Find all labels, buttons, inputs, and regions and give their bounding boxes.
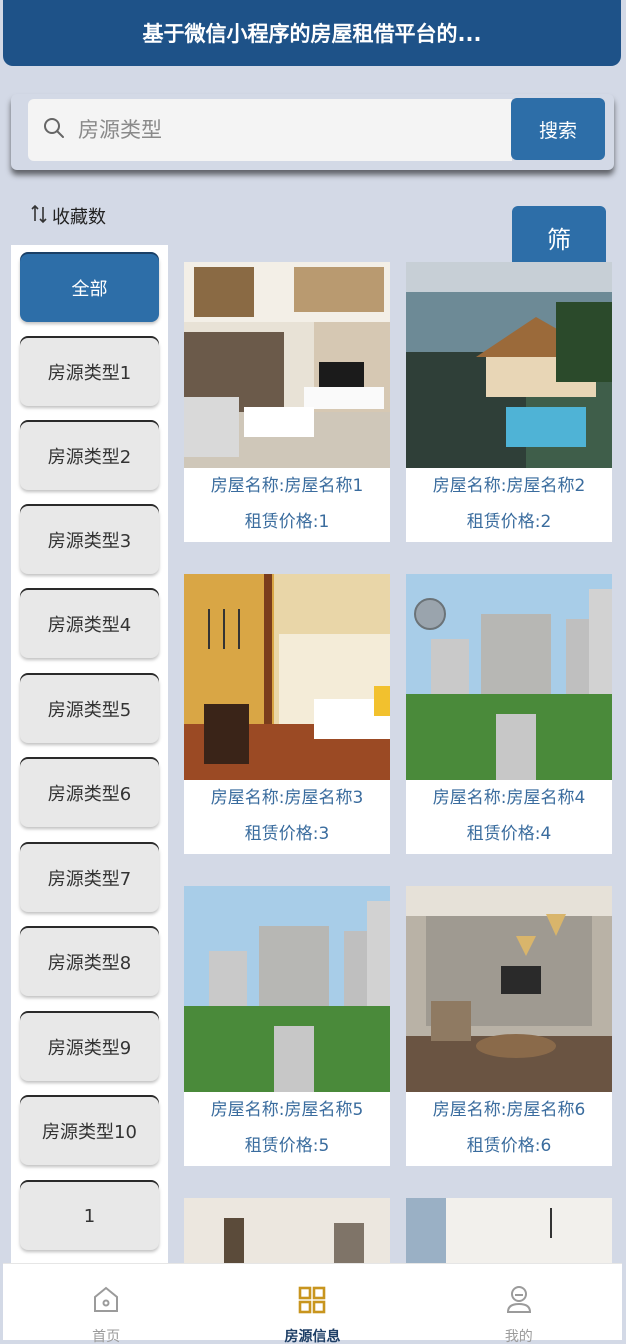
tab-mine[interactable]: 我的 xyxy=(416,1264,622,1344)
category-item[interactable]: 1 xyxy=(20,1182,159,1250)
category-sidebar: 全部 房源类型1 房源类型2 房源类型3 房源类型4 房源类型5 房源类型6 房… xyxy=(11,245,168,1263)
listing-photo xyxy=(406,574,612,780)
home-icon xyxy=(91,1284,121,1320)
listing-photo xyxy=(184,262,390,468)
page-title: 基于微信小程序的房屋租借平台的... xyxy=(3,0,621,66)
listing-name: 房屋名称:房屋名称1 xyxy=(210,476,364,496)
listing-name: 房屋名称:房屋名称2 xyxy=(432,476,586,496)
tab-listings-label: 房源信息 xyxy=(284,1329,341,1344)
listing-card[interactable]: 房屋名称:房屋名称4 租赁价格:4 xyxy=(406,574,612,854)
category-item[interactable]: 房源类型9 xyxy=(20,1013,159,1081)
category-item[interactable]: 房源类型10 xyxy=(20,1097,159,1165)
listing-card[interactable]: 房屋名称:房屋名称2 租赁价格:2 xyxy=(406,262,612,542)
listing-card[interactable] xyxy=(184,1198,390,1263)
tab-mine-label: 我的 xyxy=(504,1329,533,1344)
listing-photo xyxy=(184,1198,390,1263)
bottom-tab-bar: 首页 房源信息 我的 xyxy=(3,1263,622,1344)
listing-name: 房屋名称:房屋名称4 xyxy=(432,788,586,808)
category-item[interactable]: 房源类型8 xyxy=(20,928,159,996)
grid-icon xyxy=(297,1284,327,1320)
listing-price: 租赁价格:6 xyxy=(466,1136,552,1156)
listing-name: 房屋名称:房屋名称3 xyxy=(210,788,364,808)
listing-photo xyxy=(184,574,390,780)
category-item[interactable]: 房源类型5 xyxy=(20,675,159,743)
user-icon xyxy=(504,1284,534,1320)
listing-photo xyxy=(406,1198,612,1263)
listing-price: 租赁价格:2 xyxy=(466,512,552,532)
category-item[interactable]: 房源类型4 xyxy=(20,590,159,658)
search-input[interactable] xyxy=(78,118,458,142)
listing-photo xyxy=(406,262,612,468)
listing-price: 租赁价格:4 xyxy=(466,824,552,844)
listing-card[interactable] xyxy=(406,1198,612,1263)
listing-price: 租赁价格:5 xyxy=(244,1136,330,1156)
category-item[interactable]: 房源类型1 xyxy=(20,338,159,406)
sort-toggle[interactable]: 收藏数 xyxy=(30,203,106,229)
category-all[interactable]: 全部 xyxy=(20,254,159,322)
listing-card[interactable]: 房屋名称:房屋名称1 租赁价格:1 xyxy=(184,262,390,542)
category-item[interactable]: 房源类型2 xyxy=(20,422,159,490)
listing-photo xyxy=(406,886,612,1092)
search-bar: 搜索 xyxy=(11,94,614,170)
listing-name: 房屋名称:房屋名称5 xyxy=(210,1100,364,1120)
tab-listings[interactable]: 房源信息 xyxy=(209,1264,415,1344)
sort-icon xyxy=(30,204,52,229)
listing-name: 房屋名称:房屋名称6 xyxy=(432,1100,586,1120)
category-item[interactable]: 房源类型3 xyxy=(20,506,159,574)
search-field[interactable] xyxy=(28,99,512,161)
listing-price: 租赁价格:3 xyxy=(244,824,330,844)
search-icon xyxy=(42,116,78,144)
search-button[interactable]: 搜索 xyxy=(511,98,605,160)
tab-home[interactable]: 首页 xyxy=(3,1264,209,1344)
category-item[interactable]: 房源类型7 xyxy=(20,844,159,912)
category-item[interactable]: 房源类型6 xyxy=(20,759,159,827)
listing-card[interactable]: 房屋名称:房屋名称3 租赁价格:3 xyxy=(184,574,390,854)
sort-label: 收藏数 xyxy=(52,207,106,228)
filter-button[interactable]: 筛 xyxy=(512,206,606,268)
listing-price: 租赁价格:1 xyxy=(244,512,330,532)
listing-photo xyxy=(184,886,390,1092)
listing-card[interactable]: 房屋名称:房屋名称5 租赁价格:5 xyxy=(184,886,390,1166)
listing-card[interactable]: 房屋名称:房屋名称6 租赁价格:6 xyxy=(406,886,612,1166)
tab-home-label: 首页 xyxy=(92,1329,121,1344)
